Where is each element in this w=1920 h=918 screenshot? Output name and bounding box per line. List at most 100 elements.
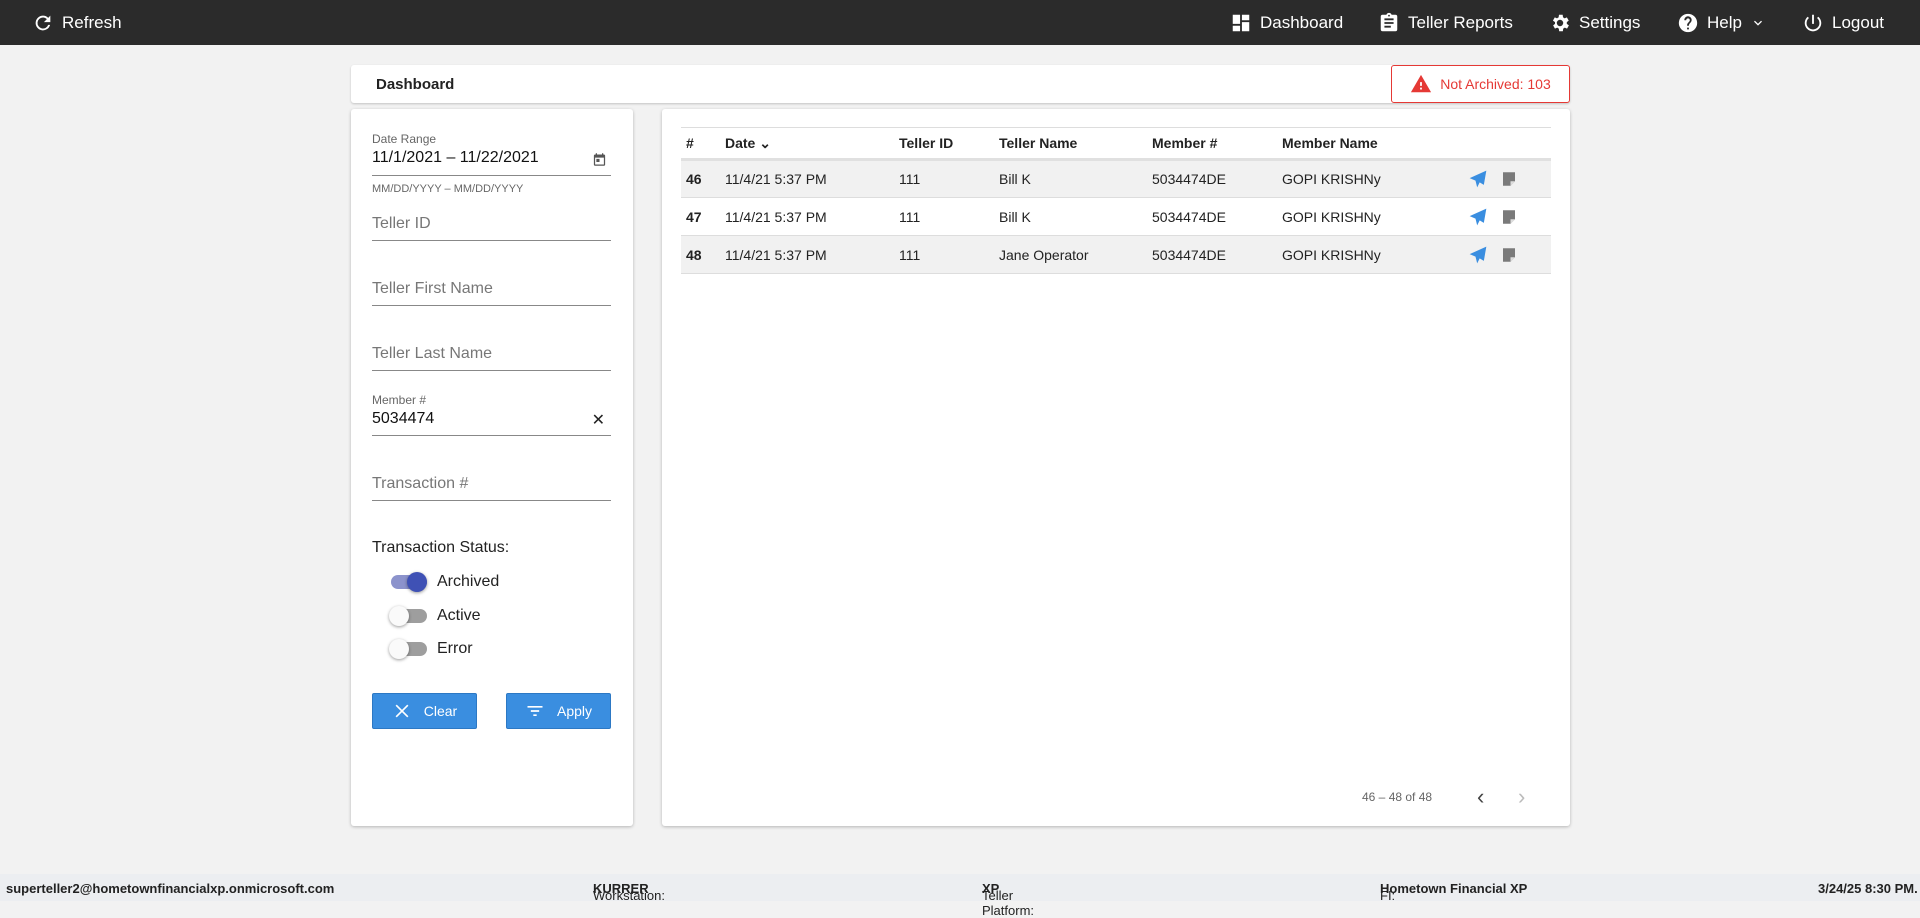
clear-button[interactable]: Clear	[372, 693, 477, 729]
not-archived-label: Not Archived: 103	[1440, 76, 1551, 92]
close-icon	[395, 704, 409, 718]
row-actions	[1456, 159, 1551, 198]
nav-teller-reports[interactable]: Teller Reports	[1378, 0, 1513, 45]
row-teller-name: Bill K	[999, 197, 1152, 236]
toggle-archived-label: Archived	[437, 573, 500, 590]
nav-logout-label: Logout	[1832, 12, 1884, 32]
row-number: 46	[681, 159, 725, 198]
row-teller-id: 111	[899, 197, 999, 236]
send-icon[interactable]	[1468, 207, 1488, 227]
clear-label: Clear	[423, 703, 458, 719]
col-number: #	[681, 127, 725, 161]
row-actions	[1456, 235, 1551, 274]
teller-last-name-input[interactable]: Teller Last Name	[372, 345, 611, 371]
date-range-input[interactable]: 11/1/2021 – 11/22/2021	[372, 149, 611, 176]
col-teller-id: Teller ID	[899, 127, 999, 161]
row-member-number: 5034474DE	[1152, 235, 1282, 274]
send-icon[interactable]	[1468, 169, 1488, 189]
col-date-label: Date	[725, 134, 756, 151]
note-icon[interactable]	[1500, 246, 1518, 264]
col-date[interactable]: Date ⌄	[725, 127, 899, 161]
row-member-number: 5034474DE	[1152, 159, 1282, 198]
gear-icon	[1552, 14, 1569, 31]
col-member-name: Member Name	[1282, 127, 1456, 161]
calendar-icon[interactable]	[592, 152, 607, 167]
nav-dashboard[interactable]: Dashboard	[1230, 0, 1343, 45]
row-teller-id: 111	[899, 159, 999, 198]
row-teller-id: 111	[899, 235, 999, 274]
results-panel: # Date ⌄ Teller ID Teller Name Member # …	[662, 109, 1570, 826]
note-icon[interactable]	[1500, 170, 1518, 188]
row-member-name: GOPI KRISHNy	[1282, 197, 1456, 236]
send-icon[interactable]	[1468, 245, 1488, 265]
nav-teller-reports-label: Teller Reports	[1408, 12, 1513, 32]
date-range-label: Date Range	[372, 132, 437, 146]
date-format-hint: MM/DD/YYYY – MM/DD/YYYY	[372, 183, 524, 195]
refresh-icon	[35, 15, 51, 30]
next-page-button[interactable]: ›	[1518, 784, 1525, 810]
table-row[interactable]: 48 11/4/21 5:37 PM 111 Jane Operator 5034474…	[681, 235, 1551, 274]
sort-desc-icon: ⌄	[759, 134, 771, 151]
row-date: 11/4/21 5:37 PM	[725, 197, 899, 236]
member-input[interactable]: 5034474 ✕	[372, 410, 611, 436]
row-member-name: GOPI KRISHNy	[1282, 235, 1456, 274]
status-footer: superteller2@hometownfinancialxp.onmicro…	[0, 874, 1920, 918]
dashboard-icon	[1232, 14, 1250, 31]
chevron-down-icon	[1753, 20, 1762, 26]
apply-button[interactable]: Apply	[506, 693, 611, 729]
transaction-status-label: Transaction Status:	[372, 539, 510, 556]
row-teller-name: Bill K	[999, 159, 1152, 198]
help-icon	[1678, 13, 1698, 32]
prev-page-button[interactable]: ‹	[1477, 784, 1484, 810]
col-actions	[1456, 127, 1551, 161]
row-actions	[1456, 197, 1551, 236]
col-member-number: Member #	[1152, 127, 1282, 161]
nav-logout[interactable]: Logout	[1802, 0, 1884, 45]
filter-icon	[527, 706, 543, 716]
member-value: 5034474	[372, 410, 435, 427]
toggle-active-label: Active	[437, 607, 481, 624]
clear-member-icon[interactable]: ✕	[592, 410, 605, 430]
toggle-active[interactable]: Active	[389, 606, 481, 626]
teller-first-name-input[interactable]: Teller First Name	[372, 280, 611, 306]
row-member-number: 5034474DE	[1152, 197, 1282, 236]
table-row[interactable]: 46 11/4/21 5:37 PM 111 Bill K 5034474DE GOPI …	[681, 159, 1551, 198]
warning-icon	[1411, 74, 1432, 93]
footer-user: superteller2@hometownfinancialxp.onmicro…	[6, 881, 335, 896]
note-icon[interactable]	[1500, 208, 1518, 226]
refresh-button[interactable]: Refresh	[32, 0, 122, 45]
pagination-range: 46 – 48 of 48	[1362, 790, 1433, 804]
table-row[interactable]: 47 11/4/21 5:37 PM 111 Bill K 5034474DE GOPI …	[681, 197, 1551, 236]
not-archived-badge[interactable]: Not Archived: 103	[1391, 65, 1570, 103]
row-teller-name: Jane Operator	[999, 235, 1152, 274]
top-nav-bar: Refresh Dashboard Teller Reports Setting…	[0, 0, 1920, 45]
member-label: Member #	[372, 393, 427, 407]
row-date: 11/4/21 5:37 PM	[725, 159, 899, 198]
apply-label: Apply	[556, 703, 593, 719]
row-number: 47	[681, 197, 725, 236]
nav-dashboard-label: Dashboard	[1260, 12, 1344, 32]
footer-datetime: 3/24/25 8:30 PM.	[1818, 881, 1918, 896]
footer-platform-label: Teller Platform:	[982, 888, 1035, 918]
nav-help[interactable]: Help	[1677, 0, 1766, 45]
nav-settings-label: Settings	[1579, 12, 1641, 32]
transactions-table: # Date ⌄ Teller ID Teller Name Member # …	[681, 127, 1551, 274]
page-title: Dashboard	[376, 76, 455, 93]
toggle-error[interactable]: Error	[389, 639, 473, 659]
page-header: Dashboard Not Archived: 103	[351, 65, 1570, 103]
toggle-archived[interactable]: Archived	[391, 572, 500, 592]
power-icon	[1804, 14, 1822, 31]
refresh-label: Refresh	[62, 12, 122, 32]
nav-settings[interactable]: Settings	[1549, 0, 1640, 45]
transaction-number-input[interactable]: Transaction #	[372, 475, 611, 501]
teller-id-input[interactable]: Teller ID	[372, 215, 611, 241]
row-date: 11/4/21 5:37 PM	[725, 235, 899, 274]
row-number: 48	[681, 235, 725, 274]
row-member-name: GOPI KRISHNy	[1282, 159, 1456, 198]
col-teller-name: Teller Name	[999, 127, 1152, 161]
nav-help-label: Help	[1707, 12, 1742, 32]
date-range-value: 11/1/2021 – 11/22/2021	[372, 149, 539, 166]
toggle-error-label: Error	[437, 640, 473, 657]
footer-fi: Hometown Financial XP	[1380, 881, 1528, 896]
clipboard-icon	[1380, 12, 1398, 31]
